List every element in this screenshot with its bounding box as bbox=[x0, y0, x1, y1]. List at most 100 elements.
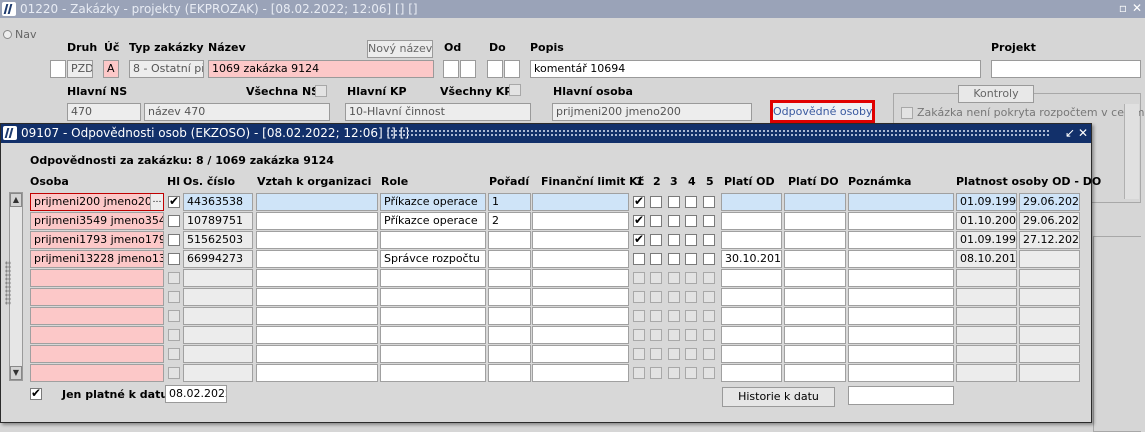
cell-poznamka[interactable] bbox=[848, 231, 954, 249]
flag-4-checkbox[interactable] bbox=[685, 215, 697, 227]
vsechna-ns-checkbox[interactable] bbox=[315, 85, 327, 97]
cell-poznamka[interactable] bbox=[848, 212, 954, 230]
cell-poznamka[interactable] bbox=[848, 364, 954, 382]
cell-plati-do[interactable] bbox=[784, 345, 846, 363]
cell-os-cislo[interactable] bbox=[183, 269, 253, 287]
hl-checkbox[interactable] bbox=[168, 234, 180, 246]
cell-platnost-do[interactable] bbox=[1019, 269, 1080, 287]
cell-platnost-do[interactable] bbox=[1019, 364, 1080, 382]
cell-platnost-od[interactable] bbox=[956, 269, 1017, 287]
cell-vztah[interactable] bbox=[256, 269, 378, 287]
cell-poradi[interactable] bbox=[488, 231, 531, 249]
cell-limit[interactable] bbox=[532, 345, 629, 363]
cell-osoba[interactable] bbox=[30, 288, 164, 306]
cell-osoba[interactable] bbox=[30, 345, 164, 363]
cell-platnost-do[interactable] bbox=[1019, 288, 1080, 306]
cell-platnost-do[interactable]: 29.06.2022 bbox=[1019, 212, 1080, 230]
cell-platnost-od[interactable]: 01.09.1996 bbox=[956, 193, 1017, 211]
cell-platnost-do[interactable] bbox=[1019, 250, 1080, 268]
table-row-empty[interactable] bbox=[1, 345, 1093, 364]
hl-checkbox[interactable] bbox=[168, 310, 180, 322]
flag-2-checkbox[interactable] bbox=[650, 215, 662, 227]
od-field-1[interactable] bbox=[443, 60, 459, 78]
cell-role[interactable] bbox=[380, 231, 486, 249]
druh-field[interactable]: PZD bbox=[67, 60, 93, 78]
flag-1-checkbox[interactable] bbox=[633, 310, 645, 322]
cell-vztah[interactable] bbox=[256, 326, 378, 344]
flag-1-checkbox[interactable] bbox=[633, 232, 645, 246]
novy-nazev-button[interactable]: Nový název bbox=[367, 40, 433, 58]
cell-os-cislo[interactable]: 44363538 bbox=[183, 193, 253, 211]
flag-4-checkbox[interactable] bbox=[685, 234, 697, 246]
vsechny-kp-checkbox[interactable] bbox=[509, 84, 521, 96]
hl-checkbox[interactable] bbox=[168, 367, 180, 379]
flag-2-checkbox[interactable] bbox=[650, 272, 662, 284]
flag-5-checkbox[interactable] bbox=[703, 329, 715, 341]
table-row-empty[interactable] bbox=[1, 288, 1093, 307]
table-row-empty[interactable] bbox=[1, 364, 1093, 383]
historie-k-datu-button[interactable]: Historie k datu bbox=[722, 387, 835, 407]
cell-plati-od[interactable] bbox=[721, 231, 782, 249]
hl-checkbox[interactable] bbox=[168, 194, 180, 208]
cell-vztah[interactable] bbox=[256, 250, 378, 268]
cell-os-cislo[interactable] bbox=[183, 326, 253, 344]
flag-1-checkbox[interactable] bbox=[633, 272, 645, 284]
dialog-close-icon[interactable]: ✕ bbox=[1076, 126, 1090, 140]
cell-plati-do[interactable] bbox=[784, 364, 846, 382]
cell-plati-do[interactable] bbox=[784, 326, 846, 344]
cell-platnost-do[interactable] bbox=[1019, 345, 1080, 363]
cell-osoba[interactable] bbox=[30, 269, 164, 287]
flag-4-checkbox[interactable] bbox=[685, 291, 697, 303]
flag-3-checkbox[interactable] bbox=[668, 253, 680, 265]
flag-2-checkbox[interactable] bbox=[650, 367, 662, 379]
cell-plati-od[interactable] bbox=[721, 345, 782, 363]
cell-os-cislo[interactable] bbox=[183, 288, 253, 306]
uc-field[interactable]: A bbox=[103, 60, 119, 78]
cell-role[interactable] bbox=[380, 326, 486, 344]
cell-poznamka[interactable] bbox=[848, 250, 954, 268]
flag-5-checkbox[interactable] bbox=[703, 291, 715, 303]
flag-2-checkbox[interactable] bbox=[650, 310, 662, 322]
cell-poznamka[interactable] bbox=[848, 345, 954, 363]
hl-checkbox[interactable] bbox=[168, 253, 180, 265]
cell-vztah[interactable] bbox=[256, 307, 378, 325]
cell-plati-od[interactable]: 30.10.2019 bbox=[721, 250, 782, 268]
flag-4-checkbox[interactable] bbox=[685, 348, 697, 360]
flag-1-checkbox[interactable] bbox=[633, 194, 645, 208]
flag-5-checkbox[interactable] bbox=[703, 253, 715, 265]
flag-2-checkbox[interactable] bbox=[650, 234, 662, 246]
minimize-icon[interactable]: ↙ bbox=[1063, 126, 1077, 140]
cell-platnost-od[interactable]: 08.10.2019 bbox=[956, 250, 1017, 268]
cell-plati-do[interactable] bbox=[784, 288, 846, 306]
flag-4-checkbox[interactable] bbox=[685, 196, 697, 208]
historie-field[interactable] bbox=[848, 386, 954, 405]
odpovedne-osoby-button[interactable]: Odpovědné osoby bbox=[770, 100, 875, 123]
flag-5-checkbox[interactable] bbox=[703, 367, 715, 379]
cell-role[interactable] bbox=[380, 288, 486, 306]
table-row[interactable]: prijmeni1793 jmeno1793 51562503 01.09.1996… bbox=[1, 231, 1093, 250]
kontroly-scrollbar[interactable] bbox=[1124, 104, 1139, 199]
flag-4-checkbox[interactable] bbox=[685, 272, 697, 284]
cell-role[interactable]: Příkazce operace bbox=[380, 193, 486, 211]
cell-limit[interactable] bbox=[532, 364, 629, 382]
cell-os-cislo[interactable] bbox=[183, 307, 253, 325]
cell-poradi[interactable] bbox=[488, 326, 531, 344]
cell-vztah[interactable] bbox=[256, 193, 378, 211]
table-row-empty[interactable] bbox=[1, 269, 1093, 288]
restore-icon[interactable]: ▫ bbox=[1116, 1, 1130, 15]
do-field-2[interactable] bbox=[504, 60, 520, 78]
flag-2-checkbox[interactable] bbox=[650, 348, 662, 360]
do-field-1[interactable] bbox=[487, 60, 503, 78]
cell-os-cislo[interactable]: 10789751 bbox=[183, 212, 253, 230]
cell-poradi[interactable] bbox=[488, 250, 531, 268]
cell-poradi[interactable] bbox=[488, 345, 531, 363]
flag-4-checkbox[interactable] bbox=[685, 329, 697, 341]
flag-2-checkbox[interactable] bbox=[650, 329, 662, 341]
flag-4-checkbox[interactable] bbox=[685, 253, 697, 265]
hl-checkbox[interactable] bbox=[168, 291, 180, 303]
flag-3-checkbox[interactable] bbox=[668, 367, 680, 379]
table-row-empty[interactable] bbox=[1, 326, 1093, 345]
nazev-field[interactable]: 1069 zakázka 9124 bbox=[208, 60, 434, 78]
flag-2-checkbox[interactable] bbox=[650, 196, 662, 208]
flag-3-checkbox[interactable] bbox=[668, 310, 680, 322]
